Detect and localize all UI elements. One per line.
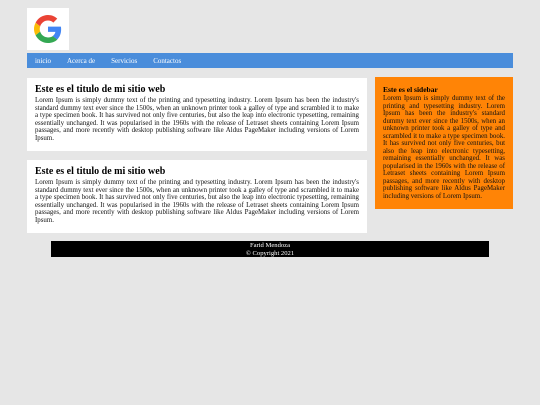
article-body: Lorem Ipsum is simply dummy text of the …	[35, 179, 359, 224]
article-title: Este es el titulo de mi sitio web	[35, 84, 166, 95]
article-body: Lorem Ipsum is simply dummy text of the …	[35, 97, 359, 142]
nav-item-contactos[interactable]: Contactos	[153, 57, 181, 65]
nav-item-acerca-de[interactable]: Acerca de	[67, 57, 95, 65]
site-logo[interactable]	[27, 8, 69, 50]
sidebar-title: Este es el sidebar	[383, 85, 438, 94]
sidebar: Este es el sidebar Lorem Ipsum is simply…	[375, 77, 513, 209]
footer-copyright: © Copyright 2021	[245, 249, 295, 257]
main-navbar: inicio Acerca de Servicios Contactos	[27, 53, 513, 68]
footer-author: Farid Mendoza	[249, 242, 291, 249]
nav-item-servicios[interactable]: Servicios	[111, 57, 137, 65]
article-card: Este es el titulo de mi sitio web Lorem …	[27, 78, 367, 151]
google-g-icon	[34, 15, 62, 43]
nav-item-inicio[interactable]: inicio	[35, 57, 51, 65]
article-title: Este es el titulo de mi sitio web	[35, 166, 166, 177]
sidebar-body: Lorem Ipsum is simply dummy text of the …	[383, 95, 505, 200]
article-card: Este es el titulo de mi sitio web Lorem …	[27, 160, 367, 233]
page-footer: Farid Mendoza © Copyright 2021	[51, 241, 489, 257]
